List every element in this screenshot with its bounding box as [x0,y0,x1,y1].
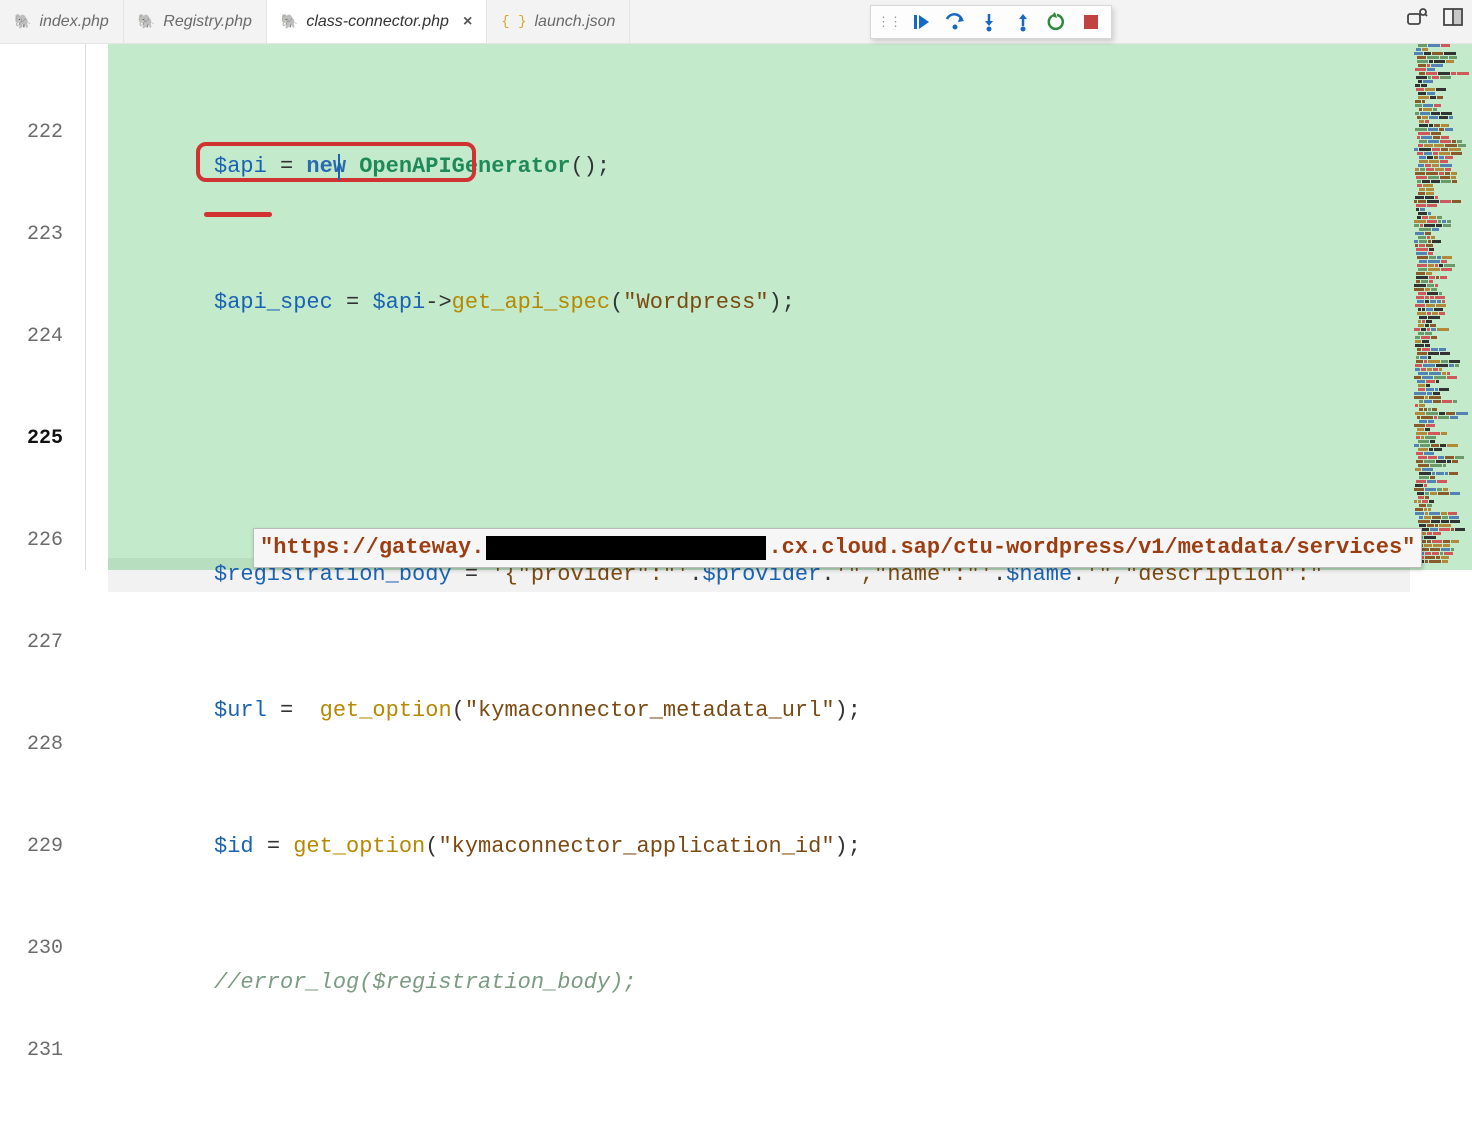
line-number: 232 [0,1136,85,1140]
php-file-icon: 🐘 [138,13,155,30]
hover-prefix: "https://gateway. [260,531,484,565]
tab-bar: 🐘 index.php 🐘 Registry.php 🐘 class-conne… [0,0,1472,44]
annotation-underline [204,212,272,217]
tab-launch-json[interactable]: { } launch.json [487,0,630,43]
tab-index-php[interactable]: 🐘 index.php [0,0,124,43]
text-cursor [338,154,340,180]
line-number: 229 [0,830,85,864]
line-number-current: 225 [0,422,85,456]
debug-toolbar: ⋮⋮ [870,5,1112,39]
tab-label: Registry.php [163,13,252,31]
code-line-223[interactable]: $api_spec = $api->get_api_spec("Wordpres… [108,286,1410,320]
step-into-button[interactable] [975,8,1003,36]
step-over-button[interactable] [941,8,969,36]
editor-actions [1406,6,1464,28]
line-number: 230 [0,932,85,966]
inline-search-icon[interactable] [1406,6,1428,28]
line-number: 223 [0,218,85,252]
restart-button[interactable] [1043,8,1071,36]
line-number: 231 [0,1034,85,1068]
line-number-gutter: 222 223 224 225 226 227 228 229 230 231 … [0,44,86,570]
split-editor-icon[interactable] [1442,6,1464,28]
php-file-icon: 🐘 [281,13,298,30]
code-body[interactable]: $api = new OpenAPIGenerator(); $api_spec… [108,44,1410,570]
code-line-222[interactable]: $api = new OpenAPIGenerator(); [108,150,1410,184]
line-number: 227 [0,626,85,660]
line-number: 222 [0,116,85,150]
tab-label: launch.json [535,13,616,31]
code-line-227[interactable]: $id = get_option("kymaconnector_applicat… [108,830,1410,864]
json-file-icon: { } [501,14,526,30]
line-number: 224 [0,320,85,354]
redacted-segment [486,536,766,560]
minimap[interactable]: // generate decorative minimap lines doc… [1410,44,1472,570]
tab-class-connector-php[interactable]: 🐘 class-connector.php × [267,0,487,43]
code-editor[interactable]: 222 223 224 225 226 227 228 229 230 231 … [0,44,1410,570]
fold-column [86,44,108,570]
debug-hover-value: "https://gateway. .cx.cloud.sap/ctu-word… [253,528,1422,568]
code-line-228[interactable]: //error_log($registration_body); [108,966,1410,1000]
code-line-226[interactable]: $url = get_option("kymaconnector_metadat… [108,694,1410,728]
tab-label: class-connector.php [306,13,449,31]
tab-label: index.php [39,13,108,31]
code-line-224[interactable] [108,422,1410,456]
minimap-content [1410,44,1472,563]
step-out-button[interactable] [1009,8,1037,36]
php-file-icon: 🐘 [14,13,31,30]
stop-button[interactable] [1077,8,1105,36]
close-icon[interactable]: × [463,13,472,31]
drag-handle-icon[interactable]: ⋮⋮ [877,14,901,30]
tab-registry-php[interactable]: 🐘 Registry.php [124,0,267,43]
continue-button[interactable] [907,8,935,36]
line-number: 226 [0,524,85,558]
hover-suffix: .cx.cloud.sap/ctu-wordpress/v1/metadata/… [768,531,1415,565]
line-number: 228 [0,728,85,762]
code-line-229[interactable] [108,1102,1410,1136]
